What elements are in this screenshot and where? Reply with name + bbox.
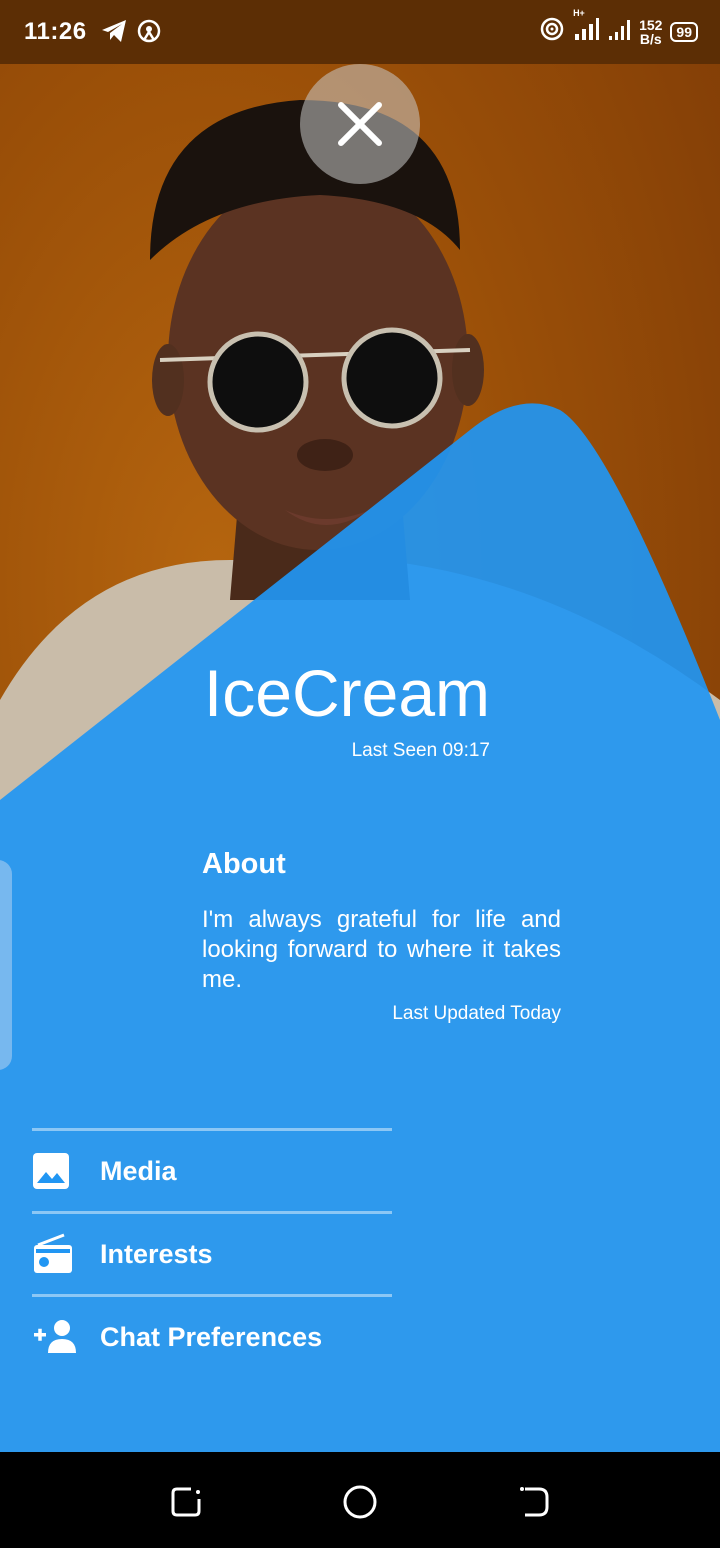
signal-icon-2 bbox=[607, 16, 631, 47]
navigation-bar bbox=[0, 1452, 720, 1548]
add-person-icon bbox=[32, 1313, 80, 1361]
telegram-icon bbox=[100, 18, 128, 49]
status-time: 11:26 bbox=[24, 18, 87, 45]
last-seen: Last Seen 09:17 bbox=[351, 740, 490, 761]
profile-screen: 11:26 H+ 152 B/s 99 IceCream Last Seen 0… bbox=[0, 0, 720, 1548]
menu-item-interests[interactable]: Interests bbox=[32, 1211, 392, 1294]
menu-label-media: Media bbox=[100, 1155, 177, 1186]
close-button[interactable] bbox=[300, 64, 420, 184]
profile-name: IceCream bbox=[203, 656, 490, 730]
hotspot-icon bbox=[136, 18, 162, 49]
signal-icon: H+ bbox=[573, 8, 600, 47]
battery-indicator: 99 bbox=[670, 21, 698, 42]
menu-item-media[interactable]: Media bbox=[32, 1128, 392, 1211]
wifi-icon bbox=[539, 16, 565, 47]
about-title: About bbox=[202, 848, 286, 880]
network-speed: 152 B/s bbox=[639, 18, 662, 46]
back-button[interactable] bbox=[514, 1482, 554, 1522]
network-type: H+ bbox=[573, 8, 585, 18]
radio-icon bbox=[32, 1230, 80, 1278]
back-icon bbox=[520, 1487, 549, 1517]
menu-label-interests: Interests bbox=[100, 1238, 213, 1269]
about-section: About I'm always grateful for life and l… bbox=[202, 848, 561, 1025]
home-icon bbox=[343, 1485, 377, 1519]
recent-apps-icon bbox=[171, 1487, 201, 1517]
menu-item-chat-preferences[interactable]: Chat Preferences bbox=[32, 1294, 392, 1377]
recent-apps-button[interactable] bbox=[166, 1482, 206, 1522]
last-updated: Last Updated Today bbox=[392, 1003, 561, 1024]
profile-menu: Media Interests Chat Preferences bbox=[32, 1128, 392, 1377]
menu-label-chat-preferences: Chat Preferences bbox=[100, 1321, 323, 1352]
speed-unit: B/s bbox=[639, 30, 662, 47]
close-icon bbox=[338, 102, 382, 146]
side-drawer-handle[interactable] bbox=[0, 860, 12, 1070]
about-text: I'm always grateful for life and looking… bbox=[202, 906, 561, 993]
image-icon bbox=[32, 1147, 80, 1195]
home-button[interactable] bbox=[340, 1482, 380, 1522]
status-bar: 11:26 H+ 152 B/s 99 bbox=[0, 0, 720, 64]
